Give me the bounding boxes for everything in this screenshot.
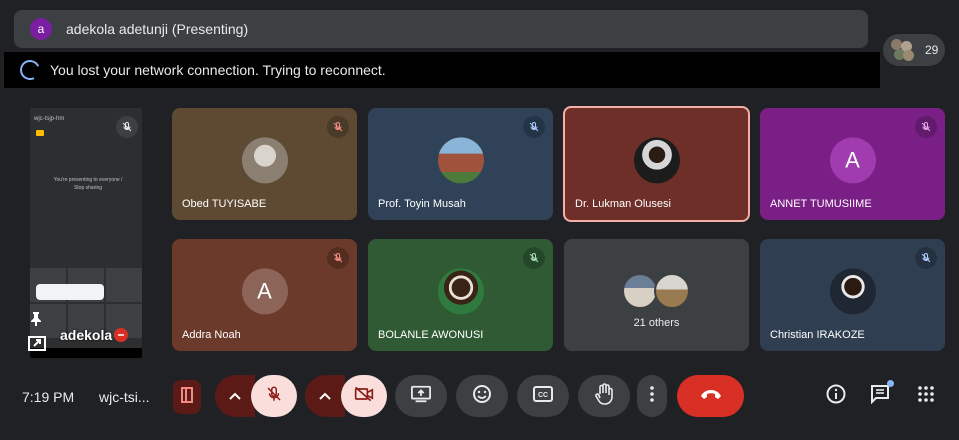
participant-tile[interactable]: Prof. Toyin Musah: [368, 108, 553, 220]
present-screen-icon: [411, 385, 431, 408]
loading-spinner-icon: [17, 57, 43, 83]
audio-options-button[interactable]: [215, 375, 255, 417]
chat-button[interactable]: [866, 380, 894, 410]
door-icon: [180, 386, 194, 408]
participant-faces-icon: [891, 39, 915, 61]
phone-badge: [36, 130, 44, 136]
self-name: adekola: [60, 327, 113, 343]
phone-topbar: wjc-tsjp-hm: [34, 116, 65, 122]
participant-tile[interactable]: Obed TUYISABE: [172, 108, 357, 220]
participant-name: Christian IRAKOZE: [770, 329, 865, 341]
mic-off-icon: [327, 247, 349, 269]
info-icon: [826, 384, 846, 409]
participant-name: Prof. Toyin Musah: [378, 198, 466, 210]
participant-tile[interactable]: A Addra Noah: [172, 239, 357, 351]
chevron-up-icon: [229, 387, 241, 405]
phone-card: [36, 284, 104, 300]
present-screen-button[interactable]: [395, 375, 447, 417]
others-count: 21 others: [633, 317, 680, 329]
apps-grid-icon: [918, 385, 934, 407]
participant-photo: [437, 137, 484, 184]
more-vert-icon: [650, 385, 654, 407]
participant-tile-speaking[interactable]: Dr. Lukman Olusesi: [563, 106, 750, 222]
reconnect-notice: You lost your network connection. Trying…: [4, 52, 880, 88]
svg-text:CC: CC: [538, 392, 548, 399]
hand-icon: [594, 382, 614, 410]
participant-tile[interactable]: Christian IRAKOZE: [760, 239, 945, 351]
pop-out-icon[interactable]: [28, 334, 48, 357]
participant-name: Addra Noah: [182, 329, 241, 341]
self-name-tag: adekola: [60, 327, 129, 343]
participant-initial: A: [829, 137, 876, 184]
meeting-code[interactable]: wjc-tsi...: [99, 389, 150, 405]
participant-name: ANNET TUMUSIIME: [770, 198, 872, 210]
more-options-button[interactable]: [637, 375, 667, 417]
phone-message: You're presenting to everyone / Stop sha…: [53, 177, 123, 191]
mic-control-group: [215, 375, 297, 417]
mic-off-icon: [116, 116, 138, 138]
participant-tile[interactable]: BOLANLE AWONUSI: [368, 239, 553, 351]
microphone-toggle-button[interactable]: [251, 375, 297, 417]
pin-icon[interactable]: [30, 312, 42, 331]
participant-photo: [622, 273, 658, 309]
presenter-avatar: a: [30, 18, 52, 40]
participant-photo: [437, 268, 484, 315]
mic-off-icon: [523, 116, 545, 138]
participant-photo: [633, 137, 680, 184]
activities-button[interactable]: [912, 382, 940, 410]
clock: 7:19 PM: [22, 389, 75, 405]
self-presentation-preview[interactable]: wjc-tsjp-hm You're presenting to everyon…: [30, 108, 142, 358]
meeting-details-button[interactable]: [822, 382, 850, 410]
participant-photo: [829, 268, 876, 315]
reconnect-message: You lost your network connection. Trying…: [50, 62, 386, 78]
raise-hand-button[interactable]: [578, 375, 630, 417]
mic-off-icon: [915, 247, 937, 269]
mic-off-icon: [523, 247, 545, 269]
emoji-icon: [472, 384, 492, 409]
participant-name: Dr. Lukman Olusesi: [575, 198, 671, 210]
notification-dot: [887, 380, 894, 387]
participant-tile[interactable]: A ANNET TUMUSIIME: [760, 108, 945, 220]
captions-button[interactable]: CC: [517, 375, 569, 417]
camera-toggle-button[interactable]: [341, 375, 387, 417]
participants-button[interactable]: 29: [883, 34, 945, 66]
presenting-banner: a adekola adetunji (Presenting): [14, 10, 868, 48]
others-tile[interactable]: 21 others: [564, 239, 749, 351]
participant-name: BOLANLE AWONUSI: [378, 329, 484, 341]
camera-off-icon: [354, 385, 374, 408]
participant-count: 29: [925, 43, 939, 57]
participant-name: Obed TUYISABE: [182, 198, 267, 210]
chevron-up-icon: [319, 387, 331, 405]
participant-photo: [654, 273, 690, 309]
mic-off-icon: [327, 116, 349, 138]
end-call-icon: [699, 387, 723, 405]
participant-initial: A: [241, 268, 288, 315]
reactions-button[interactable]: [456, 375, 508, 417]
video-options-button[interactable]: [305, 375, 345, 417]
camera-control-group: [305, 375, 387, 417]
presenting-label: adekola adetunji (Presenting): [66, 21, 249, 37]
closed-captions-icon: CC: [533, 385, 553, 407]
chat-icon: [870, 384, 890, 409]
mic-off-icon: [915, 116, 937, 138]
companion-mode-button[interactable]: [173, 380, 201, 414]
participant-photo: [241, 137, 288, 184]
mic-off-icon: [265, 385, 283, 408]
presenting-badge-icon: [114, 328, 129, 342]
leave-call-button[interactable]: [677, 375, 744, 417]
